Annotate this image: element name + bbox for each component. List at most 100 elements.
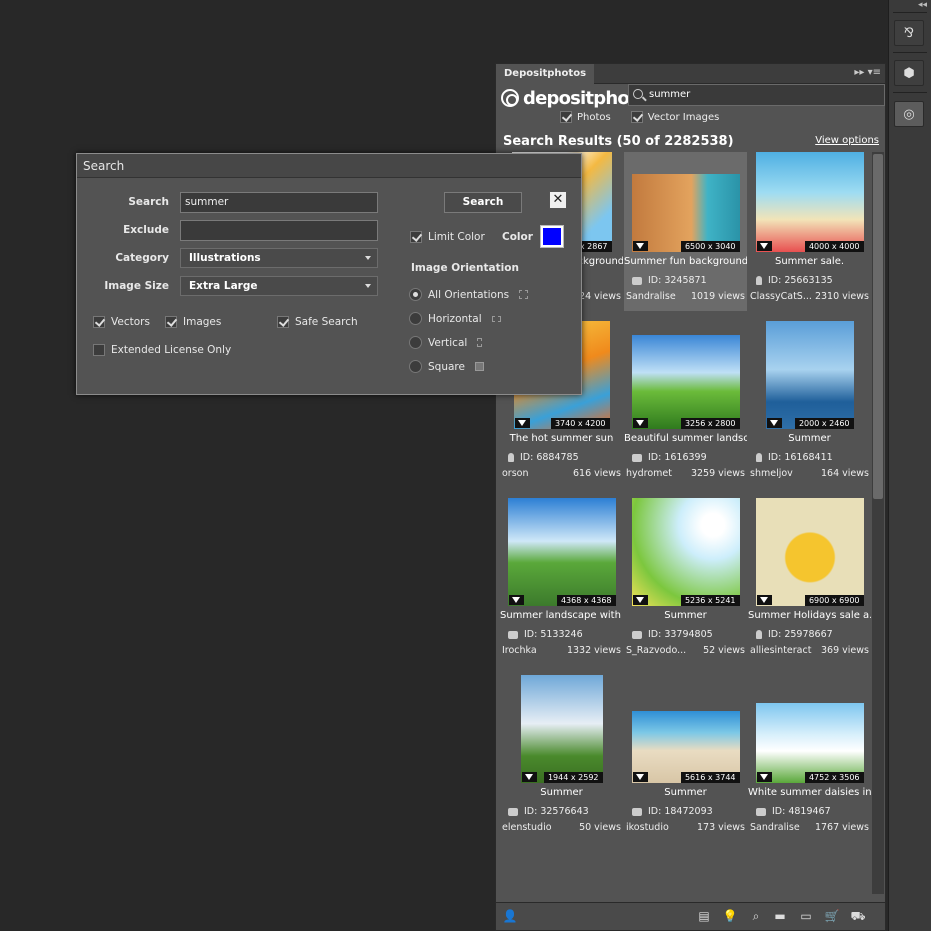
strip-divider <box>893 12 927 13</box>
result-menu-icon[interactable] <box>632 772 648 782</box>
result-thumbnail[interactable]: 4752 x 3506 <box>755 703 864 783</box>
result-thumbnail[interactable]: 4368 x 4368 <box>507 498 616 606</box>
close-button[interactable]: ✕ <box>549 191 567 209</box>
result-author[interactable]: hydromet <box>626 468 672 479</box>
image-size-select[interactable]: Extra Large <box>180 276 378 296</box>
result-menu-icon[interactable] <box>756 772 772 782</box>
photos-checkbox[interactable]: Photos <box>560 111 611 123</box>
result-views: 164 views <box>821 468 869 479</box>
result-author[interactable]: ClassyCatS... <box>750 291 812 302</box>
result-menu-icon[interactable] <box>756 241 772 251</box>
result-author[interactable]: ikostudio <box>626 822 669 833</box>
result-card[interactable]: 4368 x 4368 Summer landscape with ... ID: … <box>500 490 623 665</box>
result-card[interactable]: 3256 x 2800 Beautiful summer landsc... ID:… <box>624 313 747 488</box>
extended-license-checkbox[interactable]: Extended License Only <box>93 344 231 356</box>
search-icon[interactable]: ⌕ <box>748 909 764 923</box>
limit-color-checkbox[interactable]: Limit Color <box>410 231 485 243</box>
result-thumbnail[interactable]: 6900 x 6900 <box>755 498 864 606</box>
depositphotos-panel-icon[interactable]: ◎ <box>894 101 924 127</box>
panel-search-input[interactable]: summer <box>628 84 885 106</box>
result-menu-icon[interactable] <box>632 418 648 428</box>
result-menu-icon[interactable] <box>521 772 537 782</box>
color-swatch[interactable] <box>540 225 564 248</box>
result-thumbnail[interactable]: 4000 x 4000 <box>755 152 864 252</box>
history-panel-icon[interactable]: ⅋ <box>894 20 924 46</box>
orientation-vertical-radio[interactable]: Vertical <box>409 336 483 349</box>
cart-icon[interactable]: 🛒 <box>824 909 840 923</box>
result-size: 5616 x 3744 <box>680 772 740 783</box>
user-icon[interactable]: 👤 <box>502 909 518 923</box>
vector-images-checkbox[interactable]: Vector Images <box>630 111 720 123</box>
orientation-horizontal-label: Horizontal <box>428 312 482 325</box>
result-thumbnail[interactable]: 6500 x 3040 <box>631 174 740 252</box>
result-card[interactable]: 6500 x 3040 Summer fun background ID: 3245… <box>624 152 747 311</box>
result-card[interactable]: 5236 x 5241 Summer ID: 33794805 S_Razvodo..… <box>624 490 747 665</box>
result-menu-icon[interactable] <box>766 418 782 428</box>
result-id: ID: 3245871 <box>632 275 707 286</box>
panel-tab-bar: Depositphotos ▸▸ ▾≡ <box>496 64 885 84</box>
exclude-input[interactable] <box>180 220 378 241</box>
checkbox-icon <box>93 344 105 356</box>
result-id: ID: 4819467 <box>756 806 831 817</box>
folder-list-icon[interactable]: ▭ <box>798 909 814 923</box>
panel-menu-icon[interactable]: ▸▸ ▾≡ <box>854 67 881 78</box>
collapse-arrows-icon[interactable]: ◂◂ <box>918 0 927 10</box>
category-value: Illustrations <box>189 252 261 264</box>
result-menu-icon[interactable] <box>514 418 530 428</box>
result-menu-icon[interactable] <box>632 595 648 605</box>
result-thumbnail[interactable]: 5236 x 5241 <box>631 498 740 606</box>
chevron-down-icon <box>365 284 371 288</box>
cart-settings-icon[interactable]: ⛟ <box>850 909 866 923</box>
chevron-down-icon <box>365 256 371 260</box>
result-author[interactable]: S_Razvodo... <box>626 645 686 656</box>
search-icon <box>633 89 643 99</box>
lightbulb-icon[interactable]: 💡 <box>722 909 738 923</box>
scrollbar-thumb[interactable] <box>873 154 883 499</box>
result-card[interactable]: 6900 x 6900 Summer Holidays sale a... ID: … <box>748 490 871 665</box>
result-thumbnail[interactable]: 5616 x 3744 <box>631 711 740 783</box>
result-title: Summer Holidays sale a... <box>748 610 871 621</box>
view-options-link[interactable]: View options <box>815 135 879 146</box>
result-card[interactable]: 5616 x 3744 Summer ID: 18472093 ikostudio 17… <box>624 667 747 842</box>
result-thumbnail[interactable]: 1944 x 2592 <box>520 675 603 783</box>
vector-images-label: Vector Images <box>647 111 720 123</box>
result-author[interactable]: Sandralise <box>750 822 800 833</box>
results-scrollbar[interactable] <box>872 152 884 894</box>
lightbox-icon[interactable]: ▤ <box>696 909 712 923</box>
orientation-all-radio[interactable]: All Orientations <box>409 288 529 301</box>
result-author[interactable]: Irochka <box>502 645 537 656</box>
result-thumbnail[interactable]: 3256 x 2800 <box>631 335 740 429</box>
safe-search-checkbox[interactable]: Safe Search <box>277 316 358 328</box>
result-menu-icon[interactable] <box>508 595 524 605</box>
vector-pen-icon <box>756 453 762 462</box>
orientation-square-radio[interactable]: Square <box>409 360 484 373</box>
result-card[interactable]: 4752 x 3506 White summer daisies in ... ID… <box>748 667 871 842</box>
result-author[interactable]: elenstudio <box>502 822 552 833</box>
result-card[interactable]: 2000 x 2460 Summer ID: 16168411 shmeljov 164… <box>748 313 871 488</box>
folder-icon[interactable]: ▬ <box>772 909 788 923</box>
images-checkbox[interactable]: Images <box>165 316 221 328</box>
result-card[interactable]: 1944 x 2592 Summer ID: 32576643 elenstudio 5… <box>500 667 623 842</box>
result-title: Summer fun background <box>624 256 747 267</box>
result-menu-icon[interactable] <box>632 241 648 251</box>
search-button[interactable]: Search <box>444 192 522 213</box>
result-author[interactable]: Sandralise <box>626 291 676 302</box>
result-author[interactable]: shmeljov <box>750 468 793 479</box>
result-author[interactable]: orson <box>502 468 529 479</box>
results-title: Search Results (50 of 2282538) <box>503 134 734 149</box>
result-card[interactable]: 4000 x 4000 Summer sale. ID: 25663135 Class… <box>748 152 871 311</box>
result-menu-icon[interactable] <box>756 595 772 605</box>
vectors-checkbox[interactable]: Vectors <box>93 316 150 328</box>
result-thumbnail[interactable]: 2000 x 2460 <box>765 321 854 429</box>
orientation-horizontal-radio[interactable]: Horizontal <box>409 312 501 325</box>
panel-tab-depositphotos[interactable]: Depositphotos <box>496 64 595 84</box>
search-input[interactable]: summer <box>180 192 378 213</box>
result-id: ID: 33794805 <box>632 629 713 640</box>
square-icon <box>474 362 484 371</box>
3d-cube-icon[interactable]: ⬢ <box>894 60 924 86</box>
result-author[interactable]: alliesinteract <box>750 645 811 656</box>
photos-label: Photos <box>577 111 611 123</box>
limit-color-label: Limit Color <box>428 231 485 243</box>
category-select[interactable]: Illustrations <box>180 248 378 268</box>
orientation-all-label: All Orientations <box>428 288 510 301</box>
